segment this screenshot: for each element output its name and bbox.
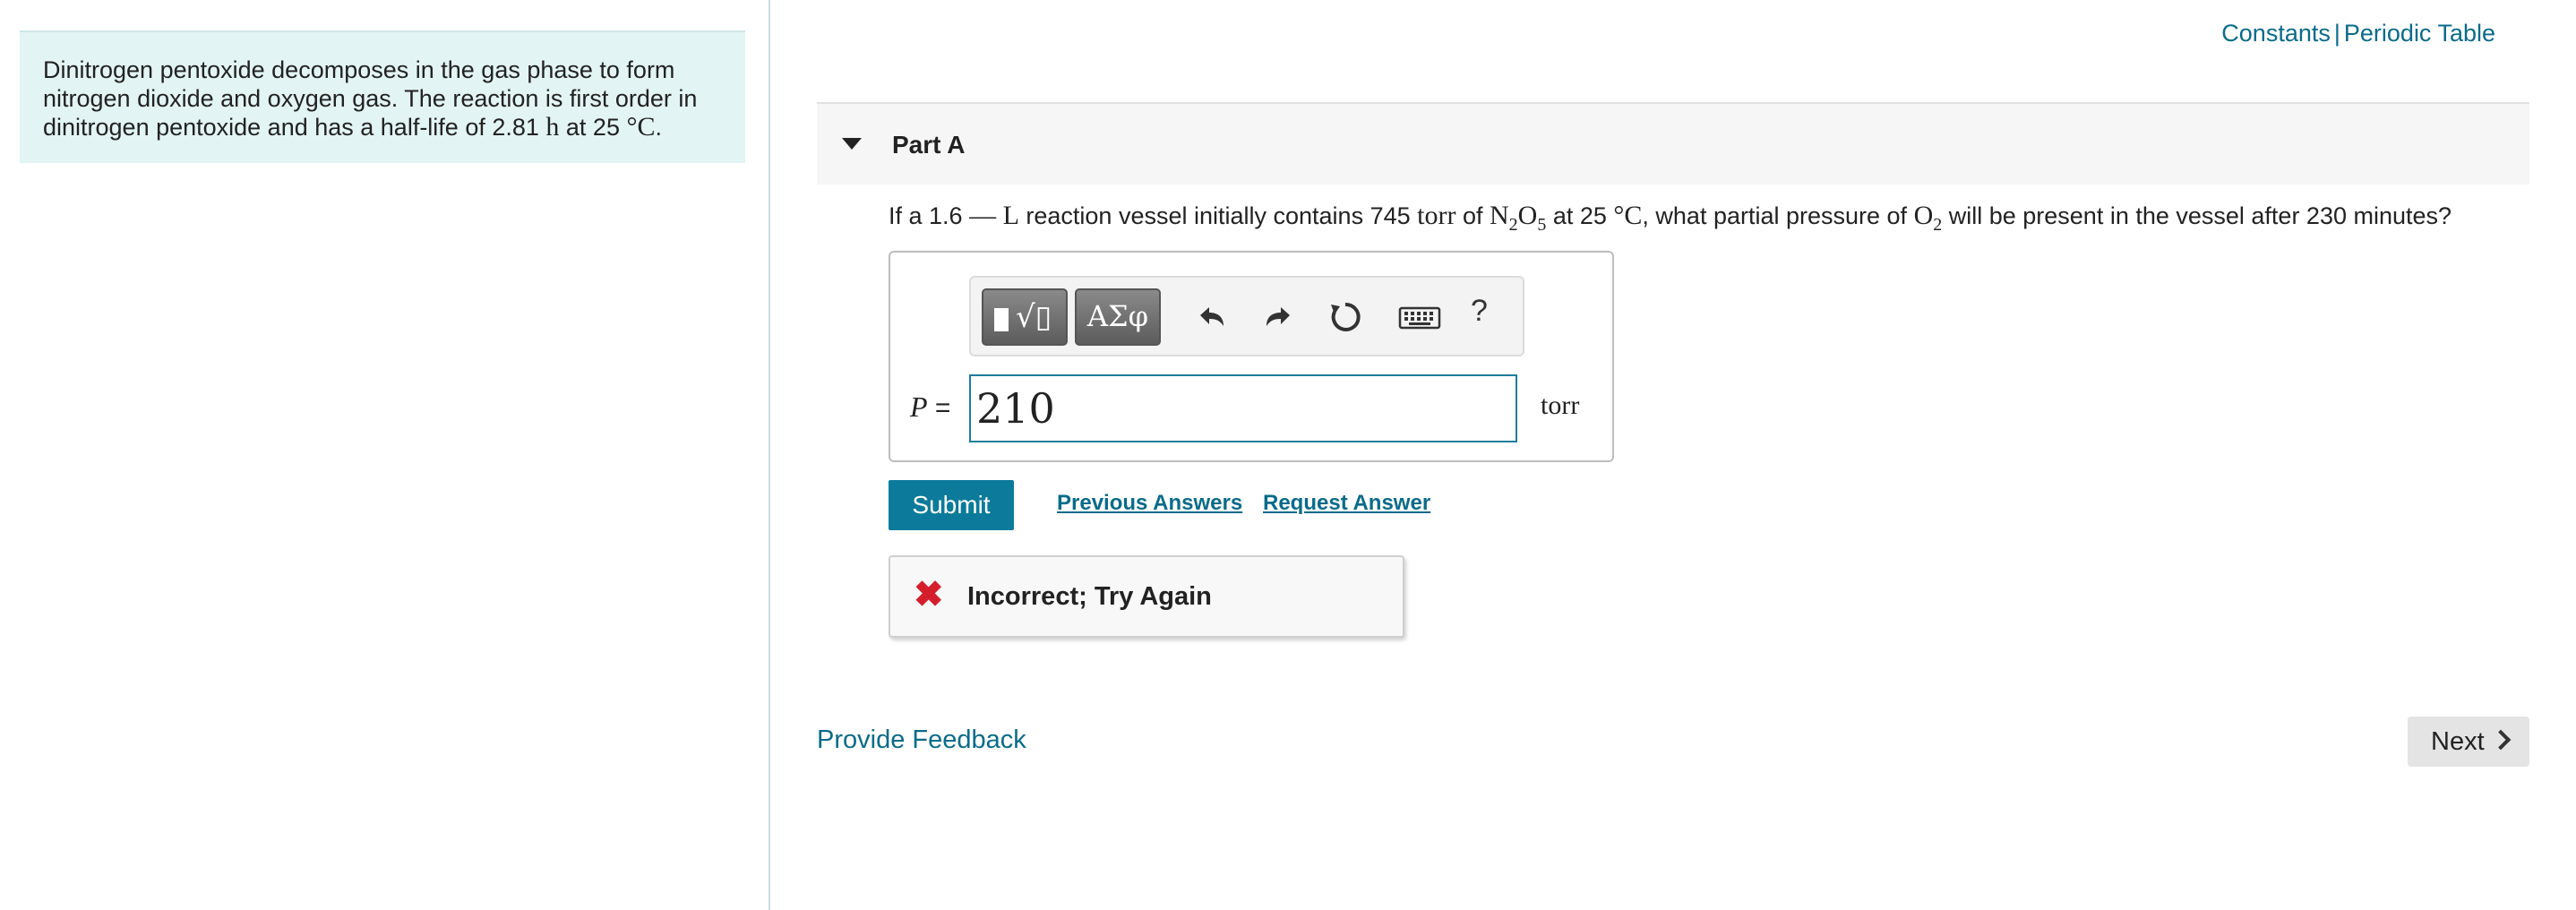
feedback-message: Incorrect; Try Again	[967, 582, 1212, 611]
submit-button[interactable]: Submit	[889, 480, 1014, 530]
intro-unit-c: °C	[626, 112, 656, 142]
question-part: , what partial pressure of	[1642, 202, 1914, 229]
resource-links: Constants | Periodic Table	[2221, 20, 2495, 47]
radical-icon: √▯	[1016, 299, 1052, 335]
intro-unit-h: h	[545, 112, 560, 142]
page: Dinitrogen pentoxide decomposes in the g…	[0, 0, 2576, 910]
next-label: Next	[2431, 726, 2485, 756]
request-answer-link[interactable]: Request Answer	[1263, 491, 1430, 516]
o2-formula: O2	[1913, 201, 1943, 235]
formula-element: N	[1489, 201, 1509, 230]
answer-box: √▯ ΑΣφ ? P = 210 torr	[889, 251, 1614, 462]
reset-icon[interactable]	[1326, 297, 1365, 337]
n2o5-formula: N2O5	[1489, 201, 1546, 235]
collapse-caret-icon[interactable]	[842, 138, 862, 150]
part-title: Part A	[892, 131, 966, 159]
formula-subscript: 5	[1537, 215, 1547, 235]
problem-intro: Dinitrogen pentoxide decomposes in the g…	[20, 30, 745, 163]
feedback-message-box: ✖ Incorrect; Try Again	[889, 555, 1404, 638]
help-button[interactable]: ?	[1471, 294, 1488, 329]
question-text: If a 1.6 — L reaction vessel initially c…	[889, 201, 2451, 236]
template-block-icon	[994, 308, 1009, 331]
part-header[interactable]: Part A	[817, 102, 2529, 185]
constants-link[interactable]: Constants	[2221, 20, 2331, 47]
link-separator: |	[2333, 20, 2340, 47]
incorrect-icon: ✖	[914, 575, 944, 614]
panel-divider	[769, 0, 770, 910]
question-math: — L	[969, 201, 1019, 230]
redo-icon[interactable]	[1259, 297, 1299, 337]
question-part: at 25	[1546, 202, 1614, 229]
intro-text-2: at 25	[559, 114, 627, 141]
question-part: will be present in the vessel after 230 …	[1942, 202, 2452, 229]
formula-element: O	[1517, 201, 1538, 230]
formula-element: O	[1913, 201, 1934, 230]
equals-sign: =	[927, 393, 951, 423]
undo-icon[interactable]	[1191, 297, 1231, 337]
variable-symbol: P	[910, 391, 928, 423]
formula-subscript: 2	[1508, 215, 1518, 235]
math-toolbar: √▯ ΑΣφ ?	[969, 276, 1524, 356]
answer-unit: torr	[1541, 391, 1580, 420]
periodic-table-link[interactable]: Periodic Table	[2344, 20, 2495, 47]
next-button[interactable]: Next	[2408, 717, 2529, 767]
question-math: °C	[1613, 201, 1643, 230]
provide-feedback-link[interactable]: Provide Feedback	[817, 725, 1026, 755]
answer-variable-label: P =	[910, 391, 950, 424]
chevron-right-icon	[2490, 729, 2512, 751]
templates-button[interactable]: √▯	[982, 288, 1068, 346]
greek-symbols-button[interactable]: ΑΣφ	[1075, 288, 1161, 346]
keyboard-icon[interactable]	[1397, 297, 1442, 337]
question-part: of	[1455, 202, 1490, 229]
question-part: If a 1.6	[889, 202, 970, 229]
answer-input[interactable]	[969, 374, 1517, 442]
question-part: reaction vessel initially contains 745	[1018, 202, 1418, 229]
intro-text-3: .	[655, 114, 662, 141]
previous-answers-link[interactable]: Previous Answers	[1057, 491, 1242, 516]
formula-subscript: 2	[1933, 215, 1943, 235]
question-math: torr	[1417, 201, 1456, 230]
